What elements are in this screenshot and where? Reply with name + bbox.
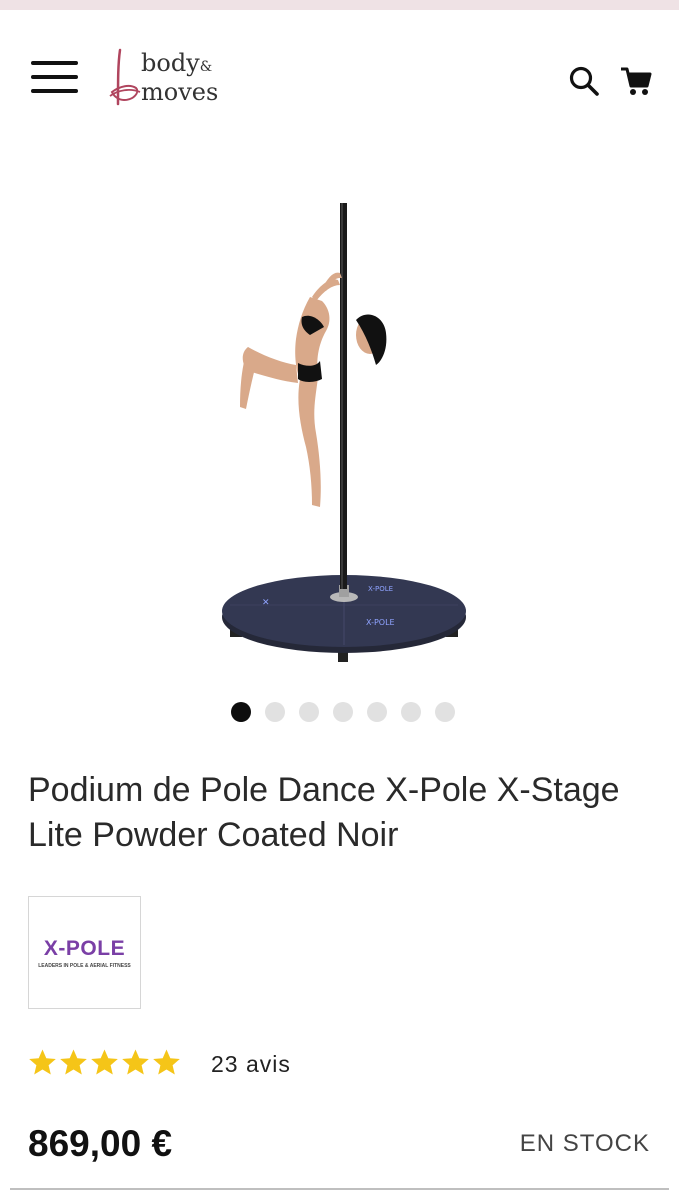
logo-line-2: moves <box>141 78 219 106</box>
product-image[interactable]: ✕ X-POLE X-POLE <box>170 185 510 675</box>
svg-text:X-POLE: X-POLE <box>366 618 395 627</box>
brand-tagline: LEADERS IN POLE & AERIAL FITNESS <box>38 963 131 969</box>
carousel-dot[interactable] <box>333 702 353 722</box>
rating-stars <box>28 1048 181 1077</box>
carousel-dot[interactable] <box>265 702 285 722</box>
logo-text: body& moves <box>141 51 218 105</box>
site-header: body& moves <box>0 10 679 140</box>
brand-logo[interactable]: body& moves <box>108 46 228 110</box>
star-icon <box>122 1049 149 1075</box>
logo-line-1: body <box>141 49 200 77</box>
menu-line <box>31 75 78 79</box>
carousel-dot[interactable] <box>401 702 421 722</box>
logo-ampersand: & <box>199 59 213 75</box>
star-icon <box>60 1049 87 1075</box>
stock-status: EN STOCK <box>519 1130 650 1157</box>
search-icon[interactable] <box>567 64 601 98</box>
carousel-dot[interactable] <box>299 702 319 722</box>
carousel-dot[interactable] <box>231 702 251 722</box>
menu-line <box>31 89 78 93</box>
product-title: Podium de Pole Dance X-Pole X-Stage Lite… <box>28 771 620 854</box>
top-strip <box>0 0 679 10</box>
menu-line <box>31 61 78 65</box>
brand-logo-box[interactable]: X-POLE LEADERS IN POLE & AERIAL FITNESS <box>28 896 141 1009</box>
svg-text:✕: ✕ <box>262 598 270 608</box>
brand-name: X-POLE <box>43 937 126 960</box>
carousel-dot[interactable] <box>367 702 387 722</box>
shopping-cart-icon[interactable] <box>619 64 653 98</box>
hamburger-menu-icon[interactable] <box>31 59 79 97</box>
star-icon <box>29 1049 56 1075</box>
product-price: 869,00 € <box>28 1123 173 1164</box>
svg-text:X-POLE: X-POLE <box>368 585 393 593</box>
carousel-dot[interactable] <box>435 702 455 722</box>
review-count-link[interactable]: 23 avis <box>211 1051 291 1078</box>
star-icon <box>91 1049 118 1075</box>
star-icon <box>153 1049 180 1075</box>
divider <box>10 1188 669 1190</box>
carousel-dots <box>231 702 455 722</box>
